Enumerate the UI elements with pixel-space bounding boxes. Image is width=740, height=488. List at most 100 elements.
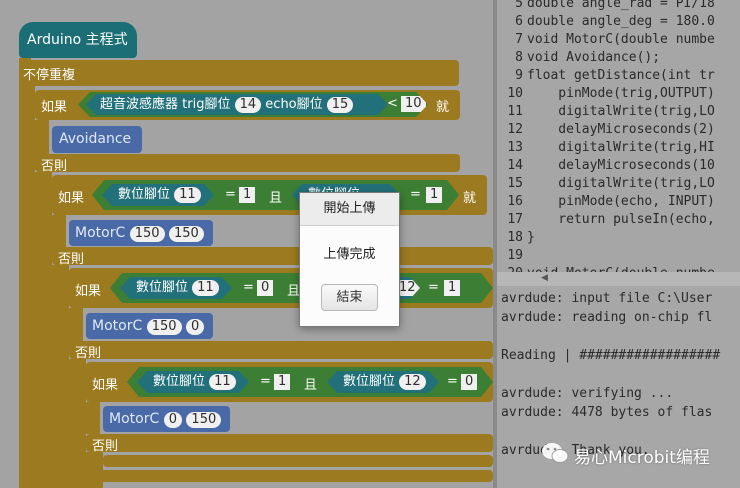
motor1-right-speed[interactable]: 150 <box>168 226 204 242</box>
if2-pin-value[interactable]: 11 <box>174 187 201 203</box>
if4-pin2-read[interactable]: 數位腳位 12 <box>327 371 439 393</box>
code-line-number: 14 <box>507 158 523 173</box>
if4-and-label: 且 <box>304 378 318 393</box>
if3-pin-read[interactable]: 數位腳位 11 <box>120 277 232 299</box>
dialog-title: 開始上傳 <box>300 193 399 226</box>
if3-compare-value[interactable]: 0 <box>257 280 273 296</box>
dialog-message: 上傳完成 <box>323 247 376 262</box>
ultrasonic-sensor-label: 超音波感應器 <box>100 97 179 112</box>
if4-compare-value[interactable]: 1 <box>274 374 290 390</box>
if4-side <box>86 402 100 434</box>
if3-side <box>69 308 83 343</box>
code-line-number: 5 <box>515 0 523 11</box>
if3-operator: = <box>243 280 254 295</box>
if4-pin-value[interactable]: 11 <box>209 374 236 390</box>
code-editor[interactable]: 5 double angle_rad = PI/18 6 double angle_d… <box>497 0 740 272</box>
motor-block-3[interactable]: MotorC 0 150 <box>103 406 230 432</box>
motor1-label: MotorC <box>75 225 126 241</box>
if3-pin-label: 數位腳位 <box>136 280 189 295</box>
motor2-left-speed[interactable]: 150 <box>146 319 182 335</box>
code-line-text: return pulseIn(echo, <box>527 212 715 227</box>
else2-side <box>52 265 69 488</box>
if4-pin2-value[interactable]: 12 <box>399 374 426 390</box>
code-line-text: } <box>527 230 535 245</box>
if2-operator-2: = <box>410 187 421 202</box>
if1-operator: < <box>387 96 398 111</box>
if4-label: 如果 <box>92 378 119 393</box>
code-line-number: 15 <box>507 176 523 191</box>
if2-compare-value[interactable]: 1 <box>239 187 255 203</box>
if2-then-label: 就 <box>463 191 477 206</box>
scroll-left-arrow-icon[interactable]: ◀ <box>541 273 548 283</box>
arduino-main-block[interactable]: Arduino 主程式 <box>19 22 137 58</box>
loop-block-side <box>19 86 35 488</box>
nested-block-bottom <box>103 455 493 467</box>
if4-pin-read[interactable]: 數位腳位 11 <box>137 371 249 393</box>
code-line-text: delayMicroseconds(2) <box>527 122 715 137</box>
upload-dialog: 開始上傳 上傳完成 結束 <box>299 192 400 327</box>
motor-block-2[interactable]: MotorC 150 0 <box>86 313 213 339</box>
if2-compare-value-2[interactable]: 1 <box>426 187 442 203</box>
nested-block-bottom-2 <box>86 470 493 482</box>
motor3-left-speed[interactable]: 0 <box>163 412 182 428</box>
code-line-text: float getDistance(int tr <box>527 68 715 83</box>
motor2-right-speed[interactable]: 0 <box>185 319 205 335</box>
if4-pin2-label: 數位腳位 <box>343 374 396 389</box>
else-block-4[interactable]: 否則 <box>86 434 493 454</box>
if4-operator-2: = <box>447 374 458 389</box>
if4-compare-value-2[interactable]: 0 <box>461 374 477 390</box>
code-line-text: void MotorC(double numbe <box>527 32 715 47</box>
code-line-number: 7 <box>515 32 523 47</box>
if3-operator-2: = <box>428 280 439 295</box>
console-line: avrdude: reading on-chip fl <box>501 310 713 325</box>
watermark-text: 易心Microbit编程 <box>574 448 710 468</box>
code-line-number: 16 <box>507 194 523 209</box>
code-horizontal-scrollbar[interactable]: ◀ <box>497 272 740 286</box>
code-line-text: digitalWrite(trig,HI <box>527 140 715 155</box>
trig-pin-value[interactable]: 14 <box>235 97 262 113</box>
else-block-3[interactable]: 否則 <box>69 341 493 361</box>
code-line-text: double angle_deg = 180.0 <box>527 14 715 29</box>
code-line-number: 11 <box>507 104 523 119</box>
if3-label: 如果 <box>75 284 102 299</box>
if1-condition[interactable]: 超音波感應器 trig腳位 14 echo腳位 15 < 10 <box>78 92 428 117</box>
code-line-text: delayMicroseconds(10 <box>527 158 715 173</box>
code-line-number: 9 <box>515 68 523 83</box>
loop-block[interactable]: 不停重複 <box>19 60 459 86</box>
blocks-workspace[interactable]: Arduino 主程式 不停重複 如果 就 超音波感應器 trig腳位 14 e… <box>0 0 493 488</box>
code-line-text: pinMode(echo, INPUT) <box>527 194 715 209</box>
motor1-left-speed[interactable]: 150 <box>129 226 165 242</box>
if1-label: 如果 <box>41 100 68 115</box>
if2-condition[interactable]: 數位腳位 11 = 1 且 數位腳位 = 1 <box>92 180 459 210</box>
code-line-text: double angle_rad = PI/18 <box>527 0 715 11</box>
code-line-number: 17 <box>507 212 523 227</box>
if1-compare-value[interactable]: 10 <box>401 96 426 112</box>
close-button[interactable]: 結束 <box>321 284 378 311</box>
console-line: avrdude: input file C:\User <box>501 291 713 306</box>
if3-pin-value[interactable]: 11 <box>192 280 219 296</box>
if4-condition[interactable]: 數位腳位 11 = 1 且 數位腳位 12 = 0 <box>127 367 493 397</box>
code-line-text: digitalWrite(trig,LO <box>527 176 715 191</box>
if2-pin-read[interactable]: 數位腳位 11 <box>102 184 214 206</box>
echo-pin-value[interactable]: 15 <box>327 97 354 113</box>
if1-then-label: 就 <box>436 100 450 115</box>
else3-side <box>69 359 86 488</box>
motor3-right-speed[interactable]: 150 <box>186 412 222 428</box>
code-line-number: 13 <box>507 140 523 155</box>
console-line: avrdude: verifying ... <box>501 386 674 401</box>
if3-compare-value-2[interactable]: 1 <box>444 280 460 296</box>
if4-operator: = <box>260 374 271 389</box>
ultrasonic-sensor-block[interactable]: 超音波感應器 trig腳位 14 echo腳位 15 <box>86 94 388 115</box>
else-block-1[interactable]: 否則 <box>35 154 460 174</box>
motor-block-1[interactable]: MotorC 150 150 <box>69 220 213 246</box>
trig-label: trig腳位 <box>182 97 231 112</box>
avoidance-block[interactable]: Avoidance <box>52 126 142 153</box>
code-line-number: 10 <box>507 86 523 101</box>
motor3-label: MotorC <box>109 411 160 427</box>
if4-pin-label: 數位腳位 <box>153 374 206 389</box>
wechat-icon <box>542 443 569 463</box>
motor2-label: MotorC <box>92 318 143 334</box>
avoidance-label: Avoidance <box>59 131 132 147</box>
else-block-2[interactable]: 否則 <box>52 247 493 267</box>
code-line-text: void Avoidance(); <box>527 50 661 65</box>
